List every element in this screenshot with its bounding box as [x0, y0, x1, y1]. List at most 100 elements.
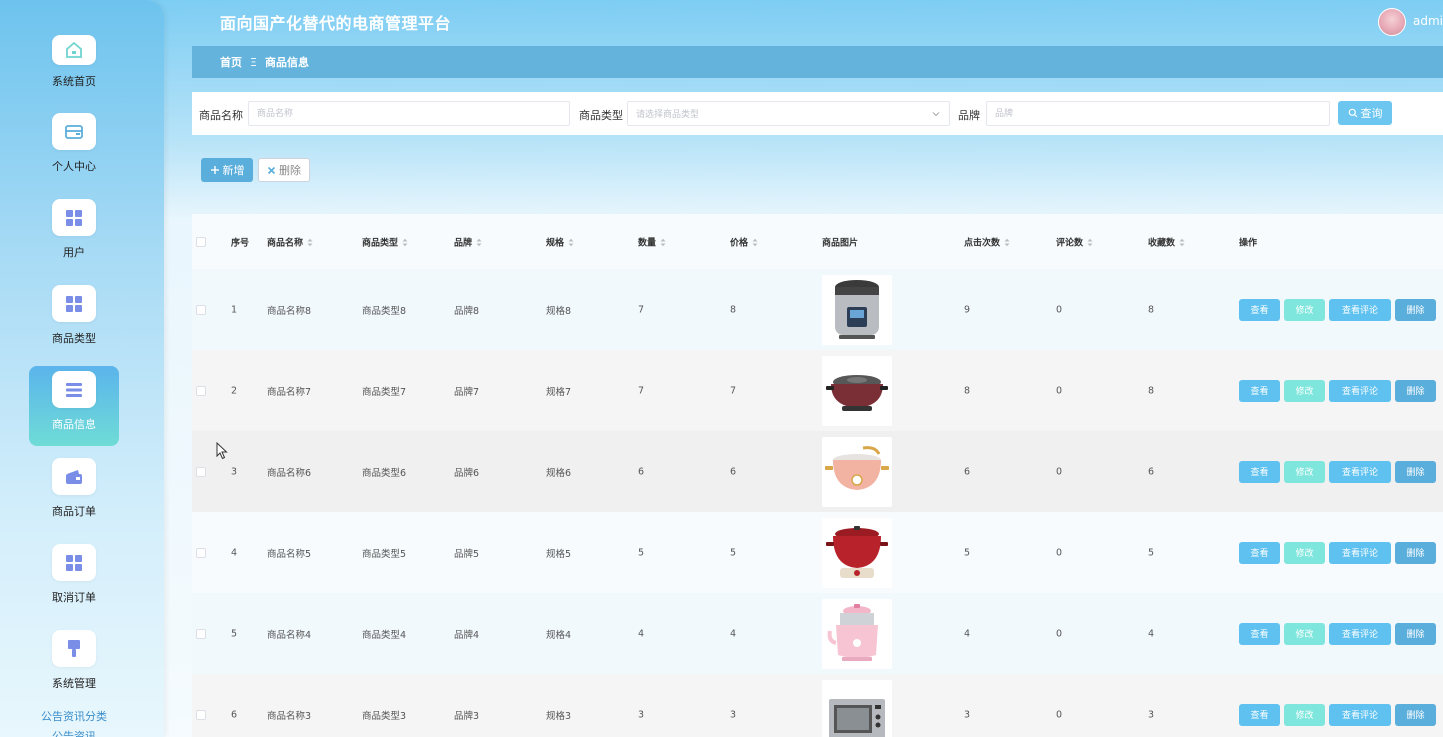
view-reviews-button[interactable]: 查看评论 [1329, 379, 1391, 402]
row-checkbox[interactable] [196, 466, 206, 477]
search-icon [1348, 108, 1357, 118]
edit-button[interactable]: 修改 [1284, 379, 1325, 402]
sort-icon [476, 238, 482, 247]
delete-button[interactable]: 删除 [1395, 622, 1436, 645]
col-qty-label: 数量 [638, 238, 657, 248]
product-image-pink-cooker[interactable] [822, 436, 892, 507]
sidebar-item-home[interactable]: 系统首页 [29, 27, 119, 107]
view-reviews-button[interactable]: 查看评论 [1329, 703, 1391, 726]
view-reviews-button[interactable]: 查看评论 [1329, 298, 1391, 321]
breadcrumb-current: 商品信息 [264, 56, 309, 69]
edit-button[interactable]: 修改 [1284, 622, 1325, 645]
breadcrumb-home[interactable]: 首页 [220, 54, 242, 70]
sidebar-item-personal[interactable]: 个人中心 [29, 108, 119, 188]
cell-type: 商品类型8 [362, 305, 407, 317]
delete-button[interactable]: 删除 [1395, 460, 1436, 483]
edit-button[interactable]: 修改 [1284, 703, 1325, 726]
name-input[interactable] [248, 101, 570, 126]
row-checkbox[interactable] [196, 628, 206, 639]
name-label: 商品名称 [199, 109, 243, 122]
avatar[interactable] [1378, 8, 1406, 36]
wallet-icon [52, 458, 96, 495]
product-image-electric-kettle[interactable] [822, 598, 892, 669]
col-brand-label: 品牌 [454, 238, 473, 248]
sort-icon [660, 238, 666, 247]
view-reviews-button[interactable]: 查看评论 [1329, 460, 1391, 483]
sidebar-sublink-notice-category[interactable]: 公告资讯分类 [0, 708, 148, 724]
col-clicks[interactable]: 点击次数 [964, 235, 1010, 248]
row-checkbox[interactable] [196, 709, 206, 720]
view-button[interactable]: 查看 [1239, 298, 1280, 321]
col-name[interactable]: 商品名称 [267, 235, 313, 248]
sidebar-item-product-type[interactable]: 商品类型 [29, 280, 119, 360]
sidebar: 系统首页 个人中心 用户 商品类型 商品信息 商品订单 取消订单 系统管理 公告… [0, 0, 164, 737]
view-button[interactable]: 查看 [1239, 622, 1280, 645]
col-ops: 操作 [1239, 238, 1258, 248]
col-type[interactable]: 商品类型 [362, 235, 408, 248]
sidebar-item-system[interactable]: 系统管理 [29, 625, 119, 705]
view-button[interactable]: 查看 [1239, 460, 1280, 483]
product-image-hot-pot[interactable] [822, 355, 892, 426]
brand-input[interactable] [986, 101, 1330, 126]
type-select[interactable]: 请选择商品类型 [627, 101, 950, 126]
cell-price: 5 [730, 547, 737, 558]
cell-type: 商品类型4 [362, 629, 407, 641]
col-spec[interactable]: 规格 [546, 235, 574, 248]
username[interactable]: admi [1413, 14, 1443, 28]
col-spec-label: 规格 [546, 238, 565, 248]
edit-button[interactable]: 修改 [1284, 298, 1325, 321]
col-favs[interactable]: 收藏数 [1148, 235, 1185, 248]
cell-favs: 3 [1148, 709, 1155, 720]
cell-comments: 0 [1056, 466, 1063, 477]
row-checkbox[interactable] [196, 304, 206, 315]
cell-clicks: 3 [964, 709, 971, 720]
wallet-icon [52, 113, 96, 150]
view-reviews-button[interactable]: 查看评论 [1329, 622, 1391, 645]
product-image-pressure-cooker[interactable] [822, 274, 892, 345]
view-button[interactable]: 查看 [1239, 379, 1280, 402]
select-all-checkbox[interactable] [196, 236, 206, 247]
edit-button[interactable]: 修改 [1284, 460, 1325, 483]
sidebar-item-product-info[interactable]: 商品信息 [29, 366, 119, 446]
home-icon [52, 35, 96, 65]
row-checkbox[interactable] [196, 385, 206, 396]
sidebar-item-orders[interactable]: 商品订单 [29, 453, 119, 533]
batch-delete-button[interactable]: 删除 [258, 158, 310, 182]
col-image: 商品图片 [822, 238, 859, 248]
view-button[interactable]: 查看 [1239, 541, 1280, 564]
col-price[interactable]: 价格 [730, 235, 758, 248]
view-reviews-button[interactable]: 查看评论 [1329, 541, 1391, 564]
cell-name: 商品名称3 [267, 710, 312, 722]
sidebar-item-users[interactable]: 用户 [29, 194, 119, 274]
cell-price: 6 [730, 466, 737, 477]
delete-button[interactable]: 删除 [1395, 379, 1436, 402]
row-checkbox[interactable] [196, 547, 206, 558]
add-button-label: 新增 [222, 164, 245, 177]
delete-button[interactable]: 删除 [1395, 298, 1436, 321]
row-actions: 查看 修改 查看评论 删除 [1239, 298, 1436, 321]
type-label: 商品类型 [579, 109, 623, 122]
edit-button[interactable]: 修改 [1284, 541, 1325, 564]
cell-brand: 品牌6 [454, 467, 480, 479]
row-actions: 查看 修改 查看评论 删除 [1239, 541, 1436, 564]
col-brand[interactable]: 品牌 [454, 235, 482, 248]
delete-button[interactable]: 删除 [1395, 541, 1436, 564]
delete-button[interactable]: 删除 [1395, 703, 1436, 726]
close-icon [267, 166, 276, 174]
cell-brand: 品牌7 [454, 386, 480, 398]
search-button[interactable]: 查询 [1338, 101, 1392, 125]
type-select-placeholder: 请选择商品类型 [636, 110, 700, 120]
table-row: 5 商品名称4 商品类型4 品牌4 规格4 4 4 4 0 4 查看 修改 查看… [192, 593, 1443, 674]
product-image-red-cooker[interactable] [822, 517, 892, 588]
add-button[interactable]: 新增 [201, 158, 253, 182]
col-index: 序号 [231, 238, 250, 248]
col-comments[interactable]: 评论数 [1056, 235, 1093, 248]
cell-favs: 5 [1148, 547, 1155, 558]
sidebar-sublink-notice[interactable]: 公告资讯 [0, 728, 148, 737]
sidebar-item-cancel-orders[interactable]: 取消订单 [29, 539, 119, 619]
brand-label: 品牌 [958, 109, 980, 122]
col-qty[interactable]: 数量 [638, 235, 666, 248]
product-image-oven[interactable] [822, 679, 892, 737]
sidebar-item-label: 个人中心 [52, 160, 96, 173]
view-button[interactable]: 查看 [1239, 703, 1280, 726]
